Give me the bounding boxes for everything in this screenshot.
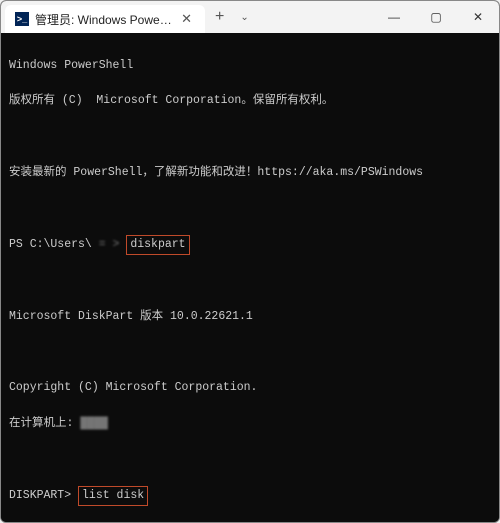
output-line: 在计算机上: ████ bbox=[9, 415, 491, 433]
output-line: 版权所有 (C) Microsoft Corporation。保留所有权利。 bbox=[9, 92, 491, 110]
tab-close-icon[interactable]: ✕ bbox=[178, 11, 195, 27]
output-line: Windows PowerShell bbox=[9, 57, 491, 75]
titlebar-drag-area[interactable] bbox=[255, 1, 373, 33]
prompt-line: DISKPART> list disk bbox=[9, 486, 491, 506]
cmd-list-disk: list disk bbox=[78, 486, 148, 506]
output-line: Microsoft DiskPart 版本 10.0.22621.1 bbox=[9, 308, 491, 326]
titlebar[interactable]: >_ 管理员: Windows PowerShell ✕ + ⌄ — ▢ ✕ bbox=[1, 1, 499, 33]
tab-dropdown-button[interactable]: ⌄ bbox=[234, 1, 254, 33]
minimize-button[interactable]: — bbox=[373, 1, 415, 33]
output-line: 安装最新的 PowerShell，了解新功能和改进！https://aka.ms… bbox=[9, 164, 491, 182]
output-line: Copyright (C) Microsoft Corporation. bbox=[9, 379, 491, 397]
powershell-icon: >_ bbox=[15, 12, 29, 26]
cmd-diskpart: diskpart bbox=[126, 235, 189, 255]
powershell-window: >_ 管理员: Windows PowerShell ✕ + ⌄ — ▢ ✕ W… bbox=[0, 0, 500, 523]
tab-powershell[interactable]: >_ 管理员: Windows PowerShell ✕ bbox=[5, 5, 205, 33]
terminal-output[interactable]: Windows PowerShell 版权所有 (C) Microsoft Co… bbox=[1, 33, 499, 522]
tab-title: 管理员: Windows PowerShell bbox=[35, 11, 172, 28]
prompt-line: PS C:\Users\ = > diskpart bbox=[9, 235, 491, 255]
close-button[interactable]: ✕ bbox=[457, 1, 499, 33]
maximize-button[interactable]: ▢ bbox=[415, 1, 457, 33]
new-tab-button[interactable]: + bbox=[205, 1, 234, 33]
